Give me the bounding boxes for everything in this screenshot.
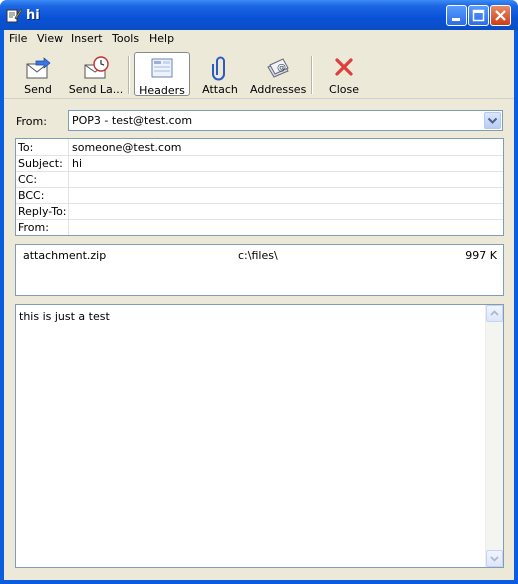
title-bar[interactable]: hi — [0, 0, 518, 30]
attachment-size: 997 K — [465, 249, 497, 262]
menu-file[interactable]: File — [9, 32, 27, 45]
attachment-path: c:\files\ — [238, 249, 278, 262]
menu-bar: File View Insert Tools Help — [4, 30, 514, 48]
column-divider — [68, 139, 69, 155]
header-row-reply-to: Reply-To: — [16, 203, 503, 220]
close-window-button[interactable] — [490, 5, 511, 26]
attach-button[interactable]: Attach — [192, 52, 248, 96]
column-divider — [68, 187, 69, 203]
dropdown-button[interactable] — [484, 112, 501, 129]
scroll-down-button[interactable] — [486, 550, 503, 567]
vertical-scrollbar[interactable] — [485, 305, 503, 567]
clock-envelope-icon — [84, 56, 109, 79]
send-envelope-icon — [26, 57, 51, 79]
column-divider — [68, 155, 69, 171]
maximize-icon — [472, 9, 485, 22]
headers-button[interactable]: Headers — [134, 52, 190, 97]
menu-help[interactable]: Help — [149, 32, 174, 45]
column-divider — [68, 219, 69, 235]
message-body-text[interactable]: this is just a test — [19, 310, 110, 323]
scroll-up-button[interactable] — [486, 305, 503, 322]
header-row-to: To: someone@test.com — [16, 139, 503, 156]
from-account-value: POP3 - test@test.com — [72, 114, 193, 127]
menu-view[interactable]: View — [37, 32, 63, 45]
headers-icon — [151, 58, 173, 78]
header-key: BCC: — [18, 189, 45, 202]
close-x-icon — [335, 58, 353, 76]
toolbar-separator — [128, 56, 130, 94]
header-row-subject: Subject: hi — [16, 155, 503, 172]
from-label: From: — [16, 115, 47, 128]
compose-message-icon — [6, 8, 22, 23]
header-row-from: From: — [16, 219, 503, 235]
chevron-up-icon — [490, 310, 499, 316]
attachment-list: attachment.zip c:\files\ 997 K — [15, 244, 504, 296]
minimize-button[interactable] — [446, 5, 467, 26]
send-button[interactable]: Send — [10, 52, 66, 96]
maximize-button[interactable] — [468, 5, 489, 26]
svg-text:@: @ — [277, 63, 286, 73]
close-button[interactable]: Close — [316, 52, 372, 96]
header-key: Reply-To: — [18, 205, 67, 218]
column-divider — [68, 171, 69, 187]
close-icon — [495, 10, 506, 21]
toolbar-separator — [311, 56, 313, 94]
paperclip-icon — [212, 56, 225, 81]
menu-insert[interactable]: Insert — [71, 32, 103, 45]
header-key: To: — [18, 141, 34, 154]
compose-window: hi File View Insert Tools Help Send Send… — [0, 0, 518, 584]
header-row-bcc: BCC: — [16, 187, 503, 204]
header-key: Subject: — [18, 157, 63, 170]
toolbar: Send Send La... Headers Attach @ Address… — [4, 50, 514, 99]
headers-grid: To: someone@test.com Subject: hi CC: BCC… — [15, 138, 504, 236]
from-account-select[interactable]: POP3 - test@test.com — [68, 110, 503, 131]
header-value[interactable]: someone@test.com — [72, 141, 182, 154]
addresses-button[interactable]: @ Addresses — [250, 52, 306, 96]
send-later-button[interactable]: Send La... — [68, 52, 124, 96]
column-divider — [68, 203, 69, 219]
chevron-down-icon — [490, 556, 499, 562]
attachment-name[interactable]: attachment.zip — [23, 249, 106, 262]
header-row-cc: CC: — [16, 171, 503, 188]
message-body[interactable]: this is just a test — [15, 304, 504, 568]
header-key: CC: — [18, 173, 38, 186]
client-area: File View Insert Tools Help Send Send La… — [4, 30, 514, 580]
window-title: hi — [26, 8, 40, 23]
minimize-icon — [452, 18, 460, 21]
header-key: From: — [18, 221, 49, 234]
address-book-icon: @ — [267, 58, 289, 78]
chevron-down-icon — [487, 117, 498, 124]
menu-tools[interactable]: Tools — [112, 32, 139, 45]
header-value[interactable]: hi — [72, 157, 82, 170]
